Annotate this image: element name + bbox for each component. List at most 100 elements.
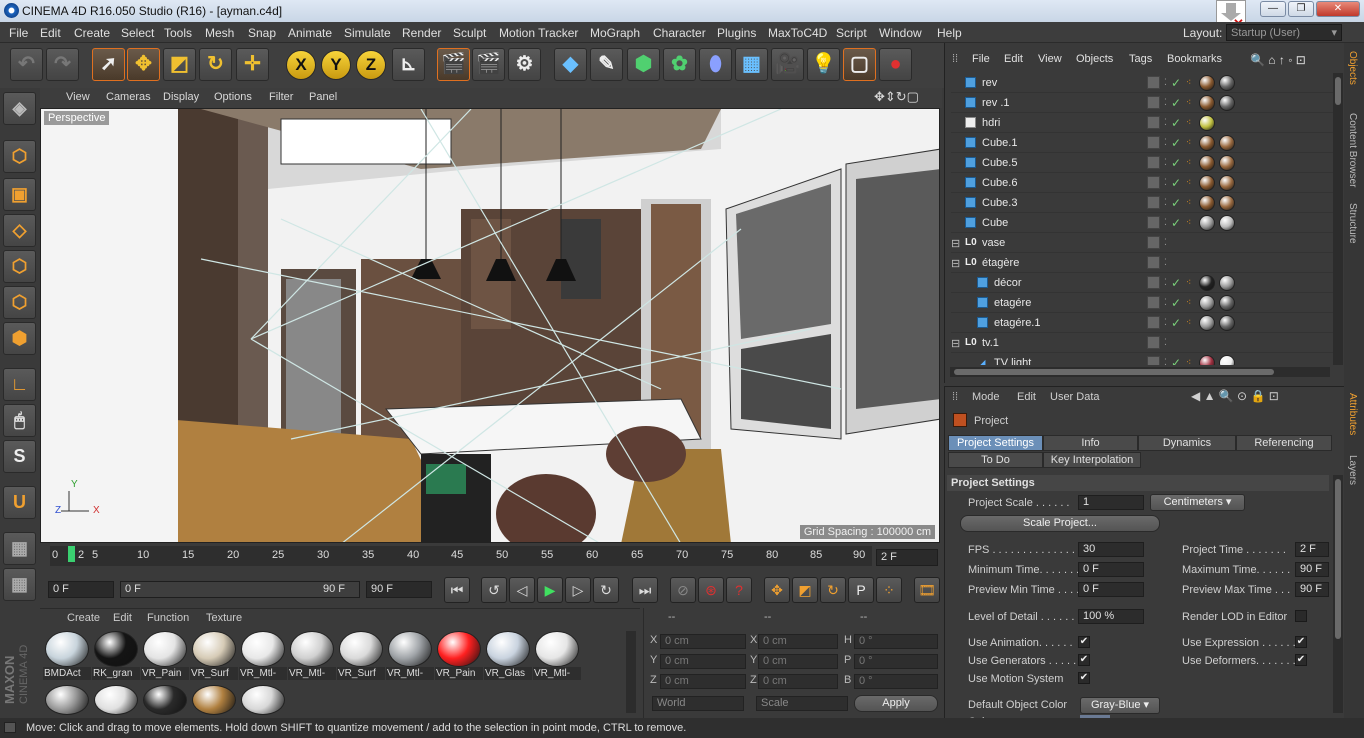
material-tag-icon[interactable] [1199, 195, 1215, 211]
object-row[interactable]: ⊟ L0 étagère ⁚ [951, 253, 1333, 273]
vtab-content-browser[interactable]: Content Browser [1347, 113, 1358, 187]
layer-visibility-icon[interactable] [1147, 76, 1160, 89]
tab-project-settings[interactable]: Project Settings [948, 435, 1043, 451]
object-v-scrollbar[interactable] [1333, 73, 1343, 365]
tab-info[interactable]: Info [1043, 435, 1138, 451]
viewport-menu-filter[interactable]: Filter [269, 91, 293, 103]
workplane-mode-icon[interactable]: ◇ [3, 214, 36, 247]
layer-visibility-icon[interactable] [1147, 116, 1160, 129]
material-swatch[interactable] [190, 684, 238, 716]
layer-visibility-icon[interactable] [1147, 136, 1160, 149]
material-swatch[interactable]: VR_Mtl- [386, 630, 434, 680]
coord-rotation-field[interactable]: 0 ° [854, 674, 938, 689]
menu-maxtoc4d[interactable]: MaxToC4D [768, 26, 827, 40]
world-dropdown[interactable]: World [652, 696, 744, 711]
viewport-menu-view[interactable]: View [66, 91, 90, 103]
menu-help[interactable]: Help [937, 26, 962, 40]
material-menu-create[interactable]: Create [67, 612, 100, 624]
material-tag-icon[interactable] [1199, 355, 1215, 365]
material-tag-icon[interactable] [1199, 75, 1215, 91]
coord-size-field[interactable]: 0 cm [758, 674, 838, 689]
material-tag-icon[interactable] [1199, 155, 1215, 171]
attr-v-scrollbar[interactable] [1333, 475, 1343, 713]
render-view-icon[interactable]: 🎬 [437, 48, 470, 81]
tweak-mode-icon[interactable]: 🖱 [3, 404, 36, 437]
enabled-check-icon[interactable]: ✓ [1171, 136, 1181, 150]
workplane-lock-icon[interactable]: ▦ [3, 532, 36, 565]
layer-visibility-icon[interactable] [1147, 356, 1160, 365]
enabled-check-icon[interactable]: ✓ [1171, 156, 1181, 170]
end-frame-field[interactable]: 90 F [366, 581, 432, 598]
phong-tag-icon[interactable]: ⁖ [1186, 97, 1191, 108]
use-generators-checkbox[interactable]: ✔ [1078, 654, 1090, 666]
key-point-level-icon[interactable]: ⁘ [876, 577, 902, 603]
menu-create[interactable]: Create [74, 26, 110, 40]
project-time-field[interactable]: 2 F [1295, 542, 1329, 557]
spline-pen-icon[interactable]: ✎ [590, 48, 623, 81]
material-swatch[interactable]: RK_gran [92, 630, 140, 680]
material-swatch[interactable]: VR_Pain [435, 630, 483, 680]
viewport-menu-options[interactable]: Options [214, 91, 252, 103]
material-tag-icon[interactable] [1199, 295, 1215, 311]
material-swatch[interactable] [141, 684, 189, 716]
coord-position-field[interactable]: 0 cm [660, 634, 746, 649]
start-frame-field[interactable]: 0 F [48, 581, 114, 598]
x-axis-lock-icon[interactable]: X [286, 50, 316, 80]
editor-render-dots-icon[interactable]: ⁚ [1164, 277, 1167, 288]
layer-visibility-icon[interactable] [1147, 216, 1160, 229]
object-menu-view[interactable]: View [1038, 53, 1062, 65]
maximize-button[interactable]: ❐ [1288, 1, 1314, 17]
editor-render-dots-icon[interactable]: ⁚ [1164, 237, 1167, 248]
material-tag-icon[interactable] [1219, 215, 1235, 231]
redo-icon[interactable]: ↷ [46, 48, 79, 81]
grid-icon[interactable]: ▦ [3, 568, 36, 601]
transform-tool-icon[interactable]: ✛ [236, 48, 269, 81]
material-tag-icon[interactable] [1219, 315, 1235, 331]
next-key-icon[interactable]: ↻ [593, 577, 619, 603]
use-deformers-checkbox[interactable]: ✔ [1295, 654, 1307, 666]
editor-render-dots-icon[interactable]: ⁚ [1164, 297, 1167, 308]
phong-tag-icon[interactable]: ⁖ [1186, 157, 1191, 168]
object-menu-bookmarks[interactable]: Bookmarks [1167, 53, 1222, 65]
object-row[interactable]: Cube.5 ⁚ ✓ ⁖ [951, 153, 1333, 173]
layer-visibility-icon[interactable] [1147, 256, 1160, 269]
object-name[interactable]: Cube.3 [982, 197, 1017, 209]
texture-mode-icon[interactable]: ▣ [3, 178, 36, 211]
phong-tag-icon[interactable]: ⁖ [1186, 177, 1191, 188]
object-name[interactable]: étagère [982, 257, 1019, 269]
object-row[interactable]: etagére ⁚ ✓ ⁖ [951, 293, 1333, 313]
attr-menu-user-data[interactable]: User Data [1050, 391, 1100, 403]
phong-tag-icon[interactable]: ⁖ [1186, 77, 1191, 88]
vtab-layers[interactable]: Layers [1347, 455, 1358, 485]
object-name[interactable]: etagére.1 [994, 317, 1040, 329]
coord-position-field[interactable]: 0 cm [660, 674, 746, 689]
coord-size-field[interactable]: 0 cm [758, 634, 838, 649]
object-row[interactable]: ⊟ L0 tv.1 ⁚ [951, 333, 1333, 353]
phong-tag-icon[interactable]: ⁖ [1186, 277, 1191, 288]
next-frame-icon[interactable]: ▷ [565, 577, 591, 603]
play-icon[interactable]: ▶ [537, 577, 563, 603]
editor-render-dots-icon[interactable]: ⁚ [1164, 137, 1167, 148]
material-tag-icon[interactable] [1199, 115, 1215, 131]
editor-render-dots-icon[interactable]: ⁚ [1164, 217, 1167, 228]
object-row[interactable]: décor ⁚ ✓ ⁖ [951, 273, 1333, 293]
object-row[interactable]: rev ⁚ ✓ ⁖ [951, 73, 1333, 93]
timeline-ruler[interactable]: 0 2 5 10 15 20 25 30 35 40 45 50 55 60 6… [40, 543, 942, 575]
y-axis-lock-icon[interactable]: Y [321, 50, 351, 80]
material-swatch[interactable]: VR_Mtl- [288, 630, 336, 680]
keyframe-selection-icon[interactable]: ? [726, 577, 752, 603]
go-to-start-icon[interactable]: ⏮ [444, 577, 470, 603]
object-menu-tags[interactable]: Tags [1129, 53, 1152, 65]
camera-label[interactable]: Perspective [44, 111, 110, 125]
material-tag-icon[interactable] [1199, 215, 1215, 231]
phong-tag-icon[interactable]: ⁖ [1186, 137, 1191, 148]
deformer-icon[interactable]: ⬮ [699, 48, 732, 81]
menu-render[interactable]: Render [402, 26, 441, 40]
live-selection-icon[interactable]: ➚ [92, 48, 125, 81]
phong-tag-icon[interactable]: ⁖ [1186, 357, 1191, 365]
material-tag-icon[interactable] [1219, 75, 1235, 91]
phong-tag-icon[interactable]: ⁖ [1186, 297, 1191, 308]
material-swatch[interactable] [92, 684, 140, 716]
perspective-viewport[interactable]: Perspective Y Z X Grid Spacing : 100000 … [40, 108, 940, 543]
fps-field[interactable]: 30 [1078, 542, 1144, 557]
